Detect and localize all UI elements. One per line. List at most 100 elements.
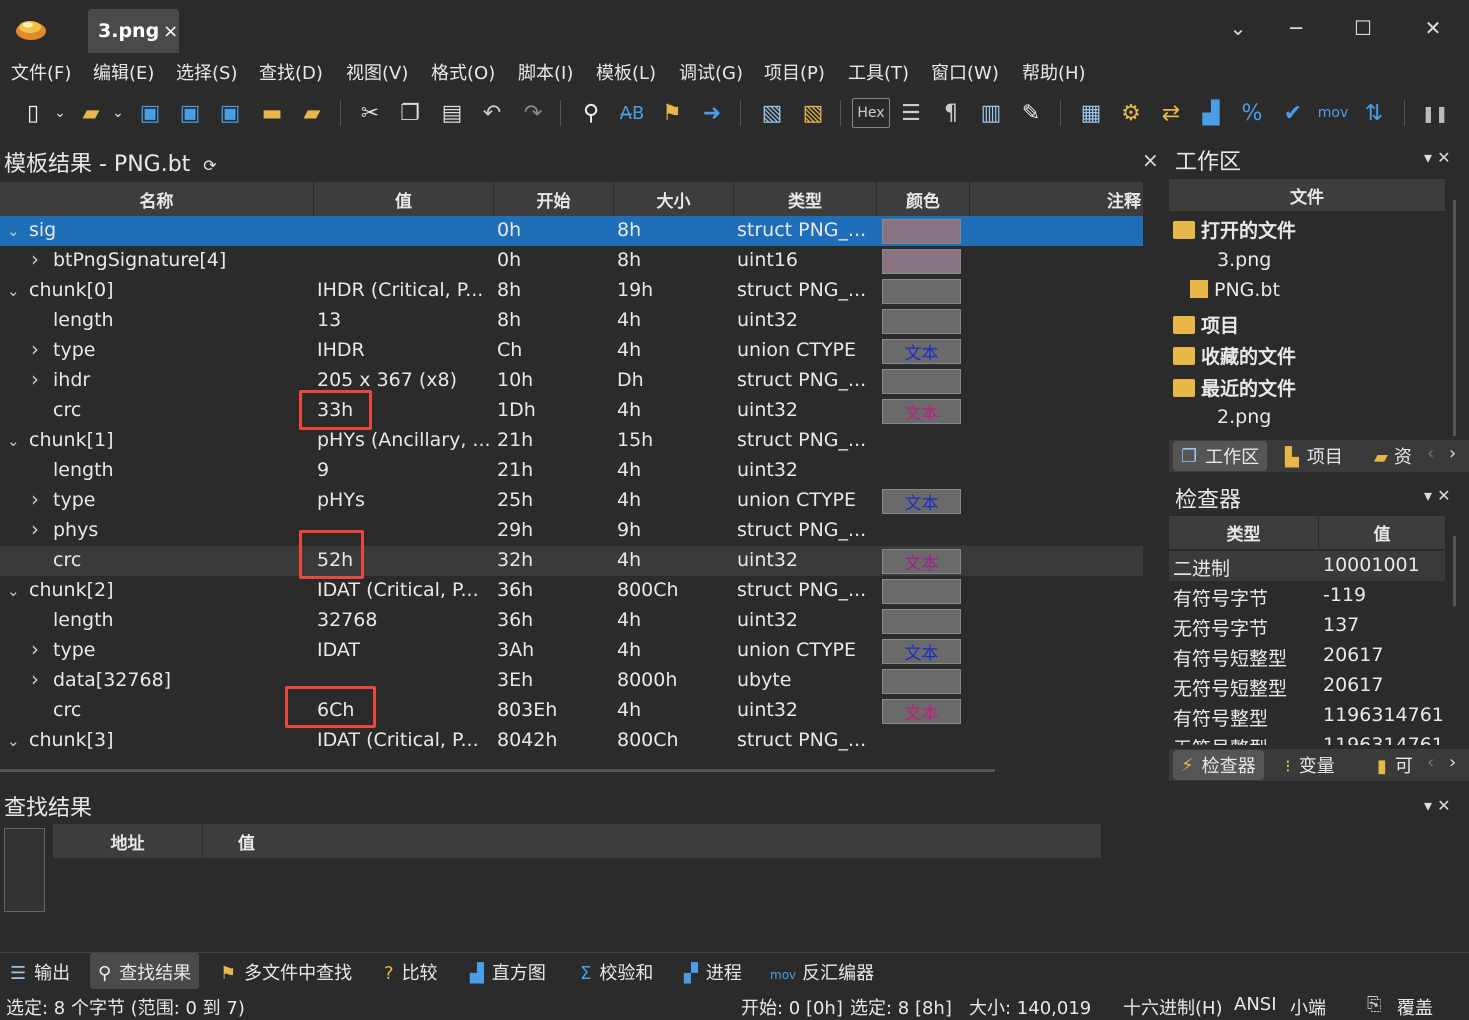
expand-toggle-icon[interactable]: › bbox=[31, 337, 39, 361]
template-row[interactable]: ⌄ chunk[1] pHYs (Ancillary, ... 21h 15h struc… bbox=[0, 426, 1143, 456]
template-row[interactable]: › data[32768] 3Eh 8000h ubyte bbox=[0, 666, 1143, 696]
horizontal-scrollbar[interactable] bbox=[0, 769, 995, 772]
menu-edit[interactable]: 编辑(E) bbox=[93, 59, 154, 85]
inspector-row[interactable]: 有符号整型 1196314761 bbox=[1169, 701, 1445, 731]
menu-template[interactable]: 模板(L) bbox=[596, 59, 656, 85]
expand-toggle-icon[interactable]: › bbox=[31, 367, 39, 391]
template-row[interactable]: crc 52h 32h 4h uint32 文本 bbox=[0, 546, 1143, 576]
expand-toggle-icon[interactable]: ⌄ bbox=[7, 732, 20, 750]
pause-icon[interactable]: ❚❚ bbox=[1420, 98, 1450, 128]
menu-view[interactable]: 视图(V) bbox=[346, 59, 408, 85]
dropdown-icon[interactable]: ⌄ bbox=[1218, 10, 1258, 46]
find-column-address[interactable]: 地址 bbox=[53, 824, 203, 858]
menu-select[interactable]: 选择(S) bbox=[176, 59, 237, 85]
template-row[interactable]: › ihdr 205 x 367 (x8) 10h Dh struct PNG_... bbox=[0, 366, 1143, 396]
swap-icon[interactable]: ⇄ bbox=[1156, 98, 1186, 128]
tab-project[interactable]: ▙ 项目 bbox=[1285, 443, 1343, 469]
template-row[interactable]: crc 6Ch 803Eh 4h uint32 文本 bbox=[0, 696, 1143, 726]
find-icon[interactable]: ⚲ bbox=[576, 98, 606, 128]
find-results-controls[interactable]: ▾ ✕ bbox=[1424, 796, 1451, 815]
tab-process[interactable]: ▞ 进程 bbox=[684, 959, 742, 985]
column-header-type[interactable]: 类型 bbox=[734, 182, 877, 216]
status-overwrite[interactable]: 覆盖 bbox=[1397, 994, 1433, 1020]
save-all-icon[interactable]: ▣ bbox=[215, 98, 245, 128]
open-files-node[interactable]: 打开的文件 bbox=[1173, 216, 1296, 243]
inspector-column-value[interactable]: 值 bbox=[1319, 516, 1445, 549]
column-header-start[interactable]: 开始 bbox=[494, 182, 614, 216]
workspace-icon[interactable]: ▰ bbox=[297, 98, 327, 128]
redo-icon[interactable]: ↷ bbox=[518, 98, 548, 128]
template-row[interactable]: ⌄ chunk[3] IDAT (Critical, P... 8042h 800Ch s… bbox=[0, 726, 1143, 756]
tab-find-results[interactable]: ⚲ 查找结果 bbox=[90, 953, 200, 989]
expand-toggle-icon[interactable]: ⌄ bbox=[7, 582, 20, 600]
inspector-row[interactable]: 无符号短整型 20617 bbox=[1169, 671, 1445, 701]
tab-resources[interactable]: ▰ 资 bbox=[1374, 443, 1412, 469]
template-row[interactable]: length 13 8h 4h uint32 bbox=[0, 306, 1143, 336]
tab-scroll-right-icon[interactable]: › bbox=[1449, 752, 1456, 773]
menu-file[interactable]: 文件(F) bbox=[11, 59, 71, 85]
tab-inspector[interactable]: ⚡ 检查器 bbox=[1173, 750, 1264, 780]
new-file-icon[interactable]: ▯ bbox=[18, 98, 48, 128]
find-column-value[interactable]: 值 bbox=[238, 824, 338, 858]
tab-scroll-left-icon[interactable]: ‹ bbox=[1427, 443, 1434, 464]
template-row[interactable]: › type pHYs 25h 4h union CTYPE 文本 bbox=[0, 486, 1143, 516]
tab-histogram[interactable]: ▟ 直方图 bbox=[470, 959, 546, 985]
tools-icon[interactable]: ⚙ bbox=[1116, 98, 1146, 128]
inspector-column-type[interactable]: 类型 bbox=[1169, 516, 1319, 549]
tab-bookmarks[interactable]: ▮ 可 bbox=[1377, 752, 1413, 778]
expand-toggle-icon[interactable]: ⌄ bbox=[7, 432, 20, 450]
file-item-3png[interactable]: 3.png bbox=[1217, 249, 1271, 271]
run-script-icon[interactable]: ▧ bbox=[757, 98, 787, 128]
disassembler-icon[interactable]: mov bbox=[1316, 98, 1350, 128]
template-row[interactable]: ⌄ chunk[0] IHDR (Critical, P... 8h 19h struct… bbox=[0, 276, 1143, 306]
workspace-controls[interactable]: ▾ ✕ bbox=[1424, 148, 1451, 167]
paragraph-icon[interactable]: ¶ bbox=[936, 98, 966, 128]
workspace-scrollbar[interactable] bbox=[1453, 200, 1456, 436]
lock-icon[interactable]: ⎘ bbox=[1367, 994, 1381, 1015]
maximize-button[interactable]: ☐ bbox=[1343, 10, 1383, 46]
tab-workspace[interactable]: ❐ 工作区 bbox=[1173, 441, 1268, 471]
file-item-2png[interactable]: 2.png bbox=[1217, 406, 1271, 428]
expand-toggle-icon[interactable]: › bbox=[31, 487, 39, 511]
base-convert-icon[interactable]: ⇅ bbox=[1359, 98, 1389, 128]
tab-output[interactable]: ☰ 输出 bbox=[10, 959, 70, 985]
inspector-row[interactable]: 有符号短整型 20617 bbox=[1169, 641, 1445, 671]
histogram-icon[interactable]: ▟ bbox=[1196, 98, 1226, 128]
inspector-controls[interactable]: ▾ ✕ bbox=[1424, 486, 1451, 505]
tab-variables[interactable]: ⁝ 变量 bbox=[1285, 752, 1335, 778]
minimize-button[interactable]: ─ bbox=[1276, 10, 1316, 46]
status-mode[interactable]: 十六进制(H) bbox=[1123, 994, 1223, 1020]
find-in-files-icon[interactable]: ⚑ bbox=[657, 98, 687, 128]
menu-help[interactable]: 帮助(H) bbox=[1022, 59, 1086, 85]
menu-project[interactable]: 项目(P) bbox=[764, 59, 825, 85]
folder-icon[interactable]: ▬ bbox=[257, 98, 287, 128]
project-node[interactable]: 项目 bbox=[1173, 311, 1239, 338]
menu-format[interactable]: 格式(O) bbox=[431, 59, 495, 85]
status-encoding[interactable]: ANSI bbox=[1234, 994, 1277, 1015]
expand-toggle-icon[interactable]: ⌄ bbox=[7, 282, 20, 300]
columns-icon[interactable]: ▥ bbox=[976, 98, 1006, 128]
template-row[interactable]: crc 33h 1Dh 4h uint32 文本 bbox=[0, 396, 1143, 426]
paste-icon[interactable]: ▤ bbox=[437, 98, 467, 128]
cut-icon[interactable]: ✂ bbox=[355, 98, 385, 128]
inspector-scrollbar[interactable] bbox=[1453, 536, 1456, 606]
expand-toggle-icon[interactable]: › bbox=[31, 667, 39, 691]
expand-toggle-icon[interactable]: › bbox=[31, 247, 39, 271]
tab-disassembler[interactable]: mov 反汇编器 bbox=[770, 959, 874, 985]
expand-toggle-icon[interactable]: › bbox=[31, 517, 39, 541]
tab-find-in-files[interactable]: ⚑ 多文件中查找 bbox=[220, 959, 352, 985]
calculator-icon[interactable]: ▦ bbox=[1076, 98, 1106, 128]
close-window-button[interactable]: ✕ bbox=[1413, 10, 1453, 46]
tab-checksum[interactable]: Σ 校验和 bbox=[580, 959, 653, 985]
undo-icon[interactable]: ↶ bbox=[477, 98, 507, 128]
refresh-icon[interactable]: ⟳ bbox=[203, 156, 216, 175]
template-row[interactable]: length 9 21h 4h uint32 bbox=[0, 456, 1143, 486]
copy-icon[interactable]: ❐ bbox=[395, 98, 425, 128]
file-item-pngbt[interactable]: PNG.bt bbox=[1190, 279, 1280, 301]
inspector-row[interactable]: 无符号整型 1196314761 bbox=[1169, 731, 1445, 745]
template-panel-close-icon[interactable]: × bbox=[1142, 148, 1159, 172]
column-header-color[interactable]: 颜色 bbox=[877, 182, 970, 216]
template-row[interactable]: length 32768 36h 4h uint32 bbox=[0, 606, 1143, 636]
close-tab-icon[interactable]: × bbox=[163, 21, 178, 42]
recent-files-node[interactable]: 最近的文件 bbox=[1173, 374, 1296, 401]
